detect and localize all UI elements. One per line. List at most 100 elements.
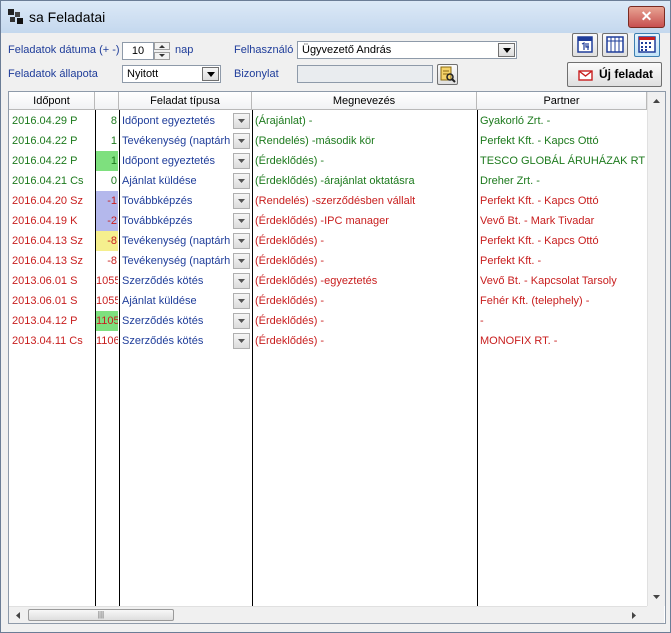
- date-range-input[interactable]: 10: [122, 42, 154, 60]
- cell-partner: Perfekt Kft. -: [480, 255, 542, 267]
- cell-type: Továbbképzés: [122, 195, 193, 207]
- view-week-button[interactable]: [602, 33, 628, 57]
- cell-time: 2013.04.12 P: [12, 315, 78, 327]
- cell-name: (Rendelés) -szerződésben vállalt: [255, 195, 416, 207]
- scroll-left-icon[interactable]: [10, 607, 27, 624]
- cell-type: Tevékenység (naptárh: [122, 135, 231, 147]
- column-header-time[interactable]: Időpont: [9, 92, 95, 110]
- dropdown-arrow-icon[interactable]: [202, 67, 219, 81]
- column-header-partner[interactable]: Partner: [477, 92, 647, 110]
- view-day-button[interactable]: [572, 33, 598, 57]
- cell-name: (Érdeklődés) -: [255, 295, 325, 307]
- dropdown-arrow-icon: [238, 179, 245, 183]
- type-dropdown-button[interactable]: [233, 253, 250, 269]
- dropdown-arrow-icon: [238, 159, 245, 163]
- calendar-14-icon: [577, 36, 593, 53]
- document-label: Bizonylat: [234, 68, 279, 80]
- cell-num: 0: [110, 175, 117, 187]
- type-dropdown-button[interactable]: [233, 233, 250, 249]
- dropdown-arrow-icon[interactable]: [498, 43, 515, 57]
- date-unit-label: nap: [175, 44, 194, 56]
- cell-time: 2013.06.01 S: [12, 275, 78, 287]
- cell-partner: Dreher Zrt. -: [480, 175, 540, 187]
- calendar-week-icon: [606, 36, 624, 53]
- type-dropdown-button[interactable]: [233, 333, 250, 349]
- title-bar: sa Feladatai ✕: [1, 1, 670, 33]
- type-dropdown-button[interactable]: [233, 193, 250, 209]
- table-row[interactable]: 2013.04.11 Cs 1106 Szerződés kötés (Érdeklő…: [9, 331, 647, 351]
- type-dropdown-button[interactable]: [233, 133, 250, 149]
- cell-time: 2016.04.19 K: [12, 215, 78, 227]
- table-row[interactable]: 2016.04.19 K -2 Továbbképzés (Érdeklődés) -…: [9, 211, 647, 231]
- cell-type: Továbbképzés: [122, 215, 193, 227]
- cell-num: -8: [96, 231, 118, 251]
- window-title: sa Feladatai: [29, 9, 106, 25]
- cell-type: Ajánlat küldése: [122, 175, 197, 187]
- cell-num: -8: [107, 255, 117, 267]
- type-dropdown-button[interactable]: [233, 293, 250, 309]
- cell-name: (Érdeklődés) -: [255, 335, 325, 347]
- task-table[interactable]: Időpont Feladat típusa Megnevezés Partne…: [8, 91, 666, 624]
- scroll-right-icon[interactable]: [625, 607, 642, 624]
- cell-name: (Érdeklődés) -: [255, 155, 325, 167]
- document-search-icon: [440, 66, 456, 83]
- document-input[interactable]: [297, 65, 433, 83]
- horizontal-scrollbar[interactable]: |||: [9, 606, 647, 624]
- table-row[interactable]: 2016.04.13 Sz -8 Tevékenység (naptárh (Érde…: [9, 231, 647, 251]
- date-range-spinner[interactable]: [154, 42, 170, 60]
- cell-partner: TESCO GLOBÁL ÁRUHÁZAK RT: [480, 155, 646, 167]
- cell-name: (Érdeklődés) -: [255, 235, 325, 247]
- type-dropdown-button[interactable]: [233, 153, 250, 169]
- dropdown-arrow-icon: [238, 239, 245, 243]
- table-row[interactable]: 2013.06.01 S 1055 Ajánlat küldése (Érdeklőd…: [9, 291, 647, 311]
- table-row[interactable]: 2016.04.21 Cs 0 Ajánlat küldése (Érdeklődés…: [9, 171, 647, 191]
- user-select[interactable]: Ügyvezető András: [297, 41, 517, 59]
- vertical-scrollbar[interactable]: [647, 92, 665, 606]
- user-label: Felhasználó: [234, 44, 294, 56]
- new-task-label: Új feladat: [598, 67, 653, 81]
- table-row[interactable]: 2016.04.22 P 1 Tevékenység (naptárh (Rendel…: [9, 131, 647, 151]
- close-button[interactable]: ✕: [628, 6, 665, 28]
- cell-time: 2016.04.22 P: [12, 135, 78, 147]
- dropdown-arrow-icon: [238, 119, 245, 123]
- user-select-value: Ügyvezető András: [302, 44, 392, 56]
- cell-num: 1106: [96, 335, 118, 347]
- status-select[interactable]: Nyitott: [122, 65, 221, 83]
- cell-partner: Vevő Bt. - Mark Tivadar: [480, 215, 595, 227]
- cell-time: 2013.04.11 Cs: [12, 335, 83, 347]
- cell-partner: Perfekt Kft. - Kapcs Ottó: [480, 235, 599, 247]
- document-search-button[interactable]: [437, 64, 458, 85]
- column-header-name[interactable]: Megnevezés: [252, 92, 477, 110]
- horizontal-scroll-thumb[interactable]: |||: [28, 609, 174, 621]
- type-dropdown-button[interactable]: [233, 173, 250, 189]
- type-dropdown-button[interactable]: [233, 313, 250, 329]
- table-row[interactable]: 2016.04.22 P 1 Időpont egyeztetés (Érdeklőd…: [9, 151, 647, 171]
- type-dropdown-button[interactable]: [233, 213, 250, 229]
- new-task-button[interactable]: Új feladat: [567, 62, 662, 87]
- cell-num: 1055: [96, 295, 118, 307]
- table-row[interactable]: 2013.06.01 S 1055 Szerződés kötés (Érdeklőd…: [9, 271, 647, 291]
- spinner-up-icon[interactable]: [154, 42, 170, 50]
- cell-time: 2016.04.13 Sz: [12, 255, 83, 267]
- type-dropdown-button[interactable]: [233, 273, 250, 289]
- dropdown-arrow-icon: [238, 219, 245, 223]
- scroll-down-icon[interactable]: [648, 588, 665, 605]
- status-select-value: Nyitott: [127, 68, 159, 80]
- cell-name: (Érdeklődés) -IPC manager: [255, 215, 389, 227]
- table-row[interactable]: 2013.04.12 P 1105 Szerződés kötés (Érdeklőd…: [9, 311, 647, 331]
- type-dropdown-button[interactable]: [233, 113, 250, 129]
- cell-partner: Fehér Kft. (telephely) -: [480, 295, 590, 307]
- table-row[interactable]: 2016.04.29 P 8 Időpont egyeztetés (Árajánla…: [9, 111, 647, 131]
- cell-type: Időpont egyeztetés: [122, 155, 215, 167]
- table-row[interactable]: 2016.04.20 Sz -1 Továbbképzés (Rendelés) -s…: [9, 191, 647, 211]
- cell-partner: Perfekt Kft. - Kapcs Ottó: [480, 195, 599, 207]
- view-month-button[interactable]: [634, 33, 660, 57]
- spinner-down-icon[interactable]: [154, 52, 170, 60]
- scroll-up-icon[interactable]: [648, 93, 665, 110]
- cell-time: 2013.06.01 S: [12, 295, 78, 307]
- cell-type: Szerződés kötés: [122, 315, 204, 327]
- column-header-type[interactable]: Feladat típusa: [119, 92, 252, 110]
- column-header-num[interactable]: [95, 92, 119, 110]
- cell-num: -1: [96, 191, 118, 211]
- table-row[interactable]: 2016.04.13 Sz -8 Tevékenység (naptárh (Érde…: [9, 251, 647, 271]
